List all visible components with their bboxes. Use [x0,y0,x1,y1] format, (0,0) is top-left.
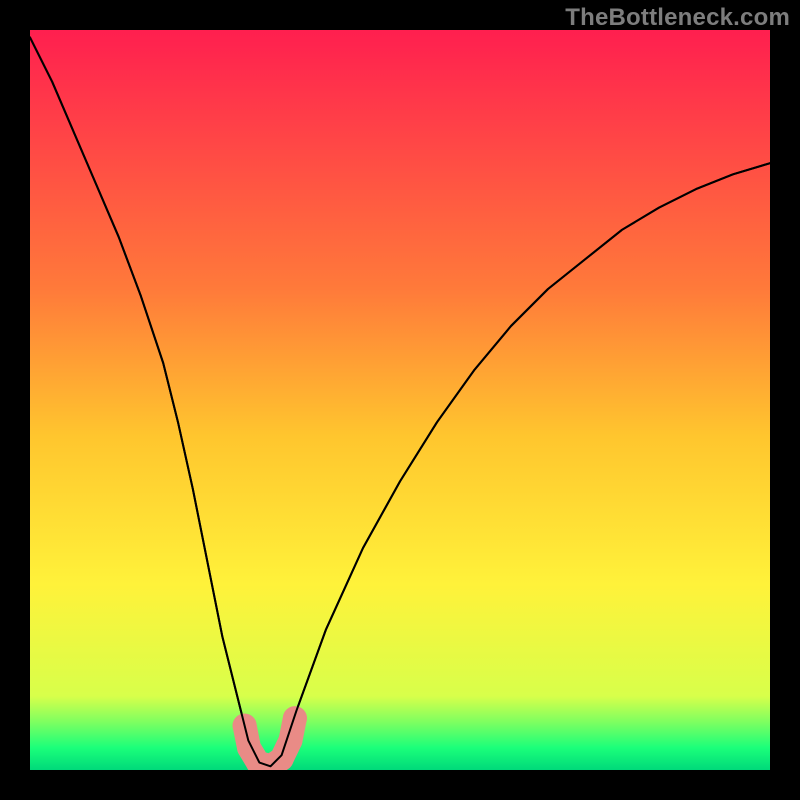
watermark-text: TheBottleneck.com [565,4,790,32]
plot-area [30,30,770,770]
chart-frame: TheBottleneck.com [0,0,800,800]
chart-svg [30,30,770,770]
